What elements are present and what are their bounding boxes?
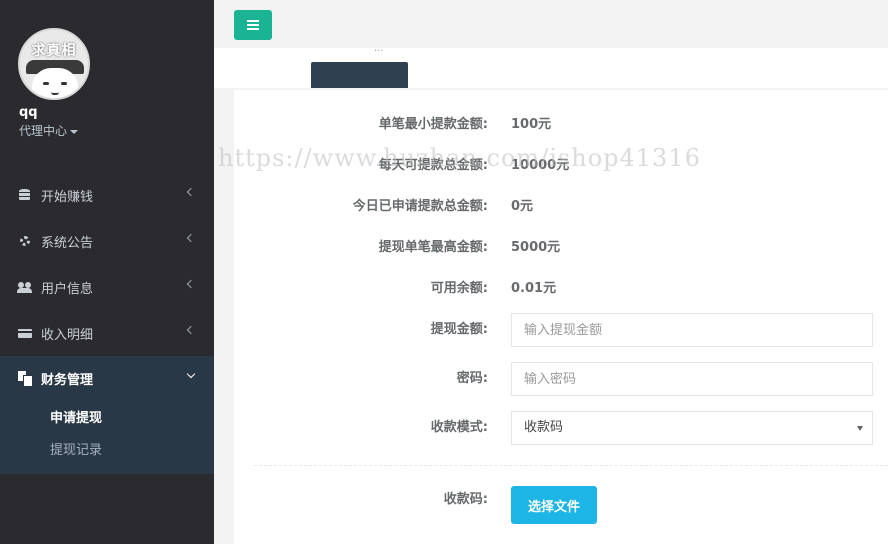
select-value: 收款码 <box>524 420 564 435</box>
sidebar-item-income-details[interactable]: 收入明细 <box>0 310 214 356</box>
chevron-left-icon <box>186 233 196 243</box>
role-dropdown[interactable]: 代理中心 <box>19 122 79 139</box>
hamburger-menu-button[interactable] <box>234 10 272 40</box>
divider <box>254 465 888 466</box>
form-value: 100元 <box>511 117 552 132</box>
sidebar-item-start-earning[interactable]: 开始赚钱 <box>0 172 214 218</box>
sidebar-nav: 开始赚钱 系统公告 用户信息 收入明细 财务管理 申请提现 提现记录 <box>0 172 214 474</box>
withdraw-amount-input[interactable] <box>511 313 873 347</box>
sidebar-item-label: 收入明细 <box>41 327 94 343</box>
chevron-left-icon <box>186 279 196 289</box>
form-value: 10000元 <box>511 158 570 173</box>
form-label: 提现单笔最高金额: <box>378 240 488 255</box>
form-label: 可用余额: <box>430 281 488 296</box>
payment-mode-select[interactable]: 收款码 <box>511 411 873 445</box>
password-input[interactable] <box>511 362 873 396</box>
form-label: 密码: <box>456 371 488 386</box>
form-label: 提现金额: <box>430 322 488 337</box>
form-value: 0.01元 <box>511 281 557 296</box>
chevron-left-icon <box>186 187 196 197</box>
profile-section: 求真相 qq 代理中心 <box>0 0 214 172</box>
form-label: 单笔最小提款金额: <box>378 117 488 132</box>
users-icon <box>17 280 32 294</box>
caret-down-icon <box>70 129 79 134</box>
sidebar-item-label: 开始赚钱 <box>41 189 94 205</box>
form-label: 每天可提款总金额: <box>378 158 488 173</box>
submenu-item-withdrawal-records[interactable]: 提现记录 <box>0 432 214 464</box>
chevron-left-icon <box>186 325 196 335</box>
tab-active[interactable] <box>311 62 408 88</box>
form-label: 收款码: <box>443 492 488 507</box>
main-content: 单笔最小提款金额: 100元 每天可提款总金额: 10000元 今日已申请提款总… <box>214 90 888 544</box>
form-value: 5000元 <box>511 240 561 255</box>
submenu-item-apply-withdrawal[interactable]: 申请提现 <box>0 400 214 432</box>
role-label: 代理中心 <box>19 124 68 138</box>
form-label: 今日已申请提款总金额: <box>352 199 488 214</box>
sidebar: 求真相 qq 代理中心 开始赚钱 系统公告 用户信息 收入明细 财务管理 申请提… <box>0 0 214 544</box>
sidebar-item-label: 财务管理 <box>41 372 94 388</box>
tab-dots: ··· <box>374 46 384 57</box>
sidebar-item-announcements[interactable]: 系统公告 <box>0 218 214 264</box>
form-row-password: 密码: <box>234 362 888 396</box>
chevron-down-icon <box>186 369 196 379</box>
choose-file-button[interactable]: 选择文件 <box>511 486 597 524</box>
username: qq <box>19 105 38 120</box>
hamburger-icon <box>247 20 259 22</box>
copy-icon <box>18 371 32 386</box>
database-icon <box>18 188 32 202</box>
credit-card-icon <box>18 326 32 340</box>
form-label: 收款模式: <box>430 420 488 435</box>
form-value: 0元 <box>511 199 534 214</box>
form-row-withdraw-amount: 提现金额: <box>234 313 888 347</box>
form-row-daily-total: 每天可提款总金额: 10000元 <box>234 149 888 183</box>
withdrawal-form-panel: 单笔最小提款金额: 100元 每天可提款总金额: 10000元 今日已申请提款总… <box>234 90 888 544</box>
caret-down-icon <box>857 426 863 431</box>
avatar[interactable]: 求真相 <box>18 28 90 100</box>
finance-submenu: 申请提现 提现记录 <box>0 400 214 474</box>
form-row-min-amount: 单笔最小提款金额: 100元 <box>234 108 888 142</box>
form-row-payment-mode: 收款模式: 收款码 <box>234 411 888 445</box>
top-bar: ··· <box>214 0 888 88</box>
form-row-today-applied: 今日已申请提款总金额: 0元 <box>234 190 888 224</box>
form-row-max-single: 提现单笔最高金额: 5000元 <box>234 231 888 265</box>
gear-icon <box>18 234 32 248</box>
form-row-available-balance: 可用余额: 0.01元 <box>234 272 888 306</box>
sidebar-item-label: 用户信息 <box>41 281 94 297</box>
avatar-text: 求真相 <box>31 43 77 59</box>
sidebar-item-user-info[interactable]: 用户信息 <box>0 264 214 310</box>
form-row-qrcode: 收款码: 选择文件 <box>234 486 888 524</box>
sidebar-item-label: 系统公告 <box>41 235 94 251</box>
sidebar-item-finance[interactable]: 财务管理 <box>0 356 214 400</box>
